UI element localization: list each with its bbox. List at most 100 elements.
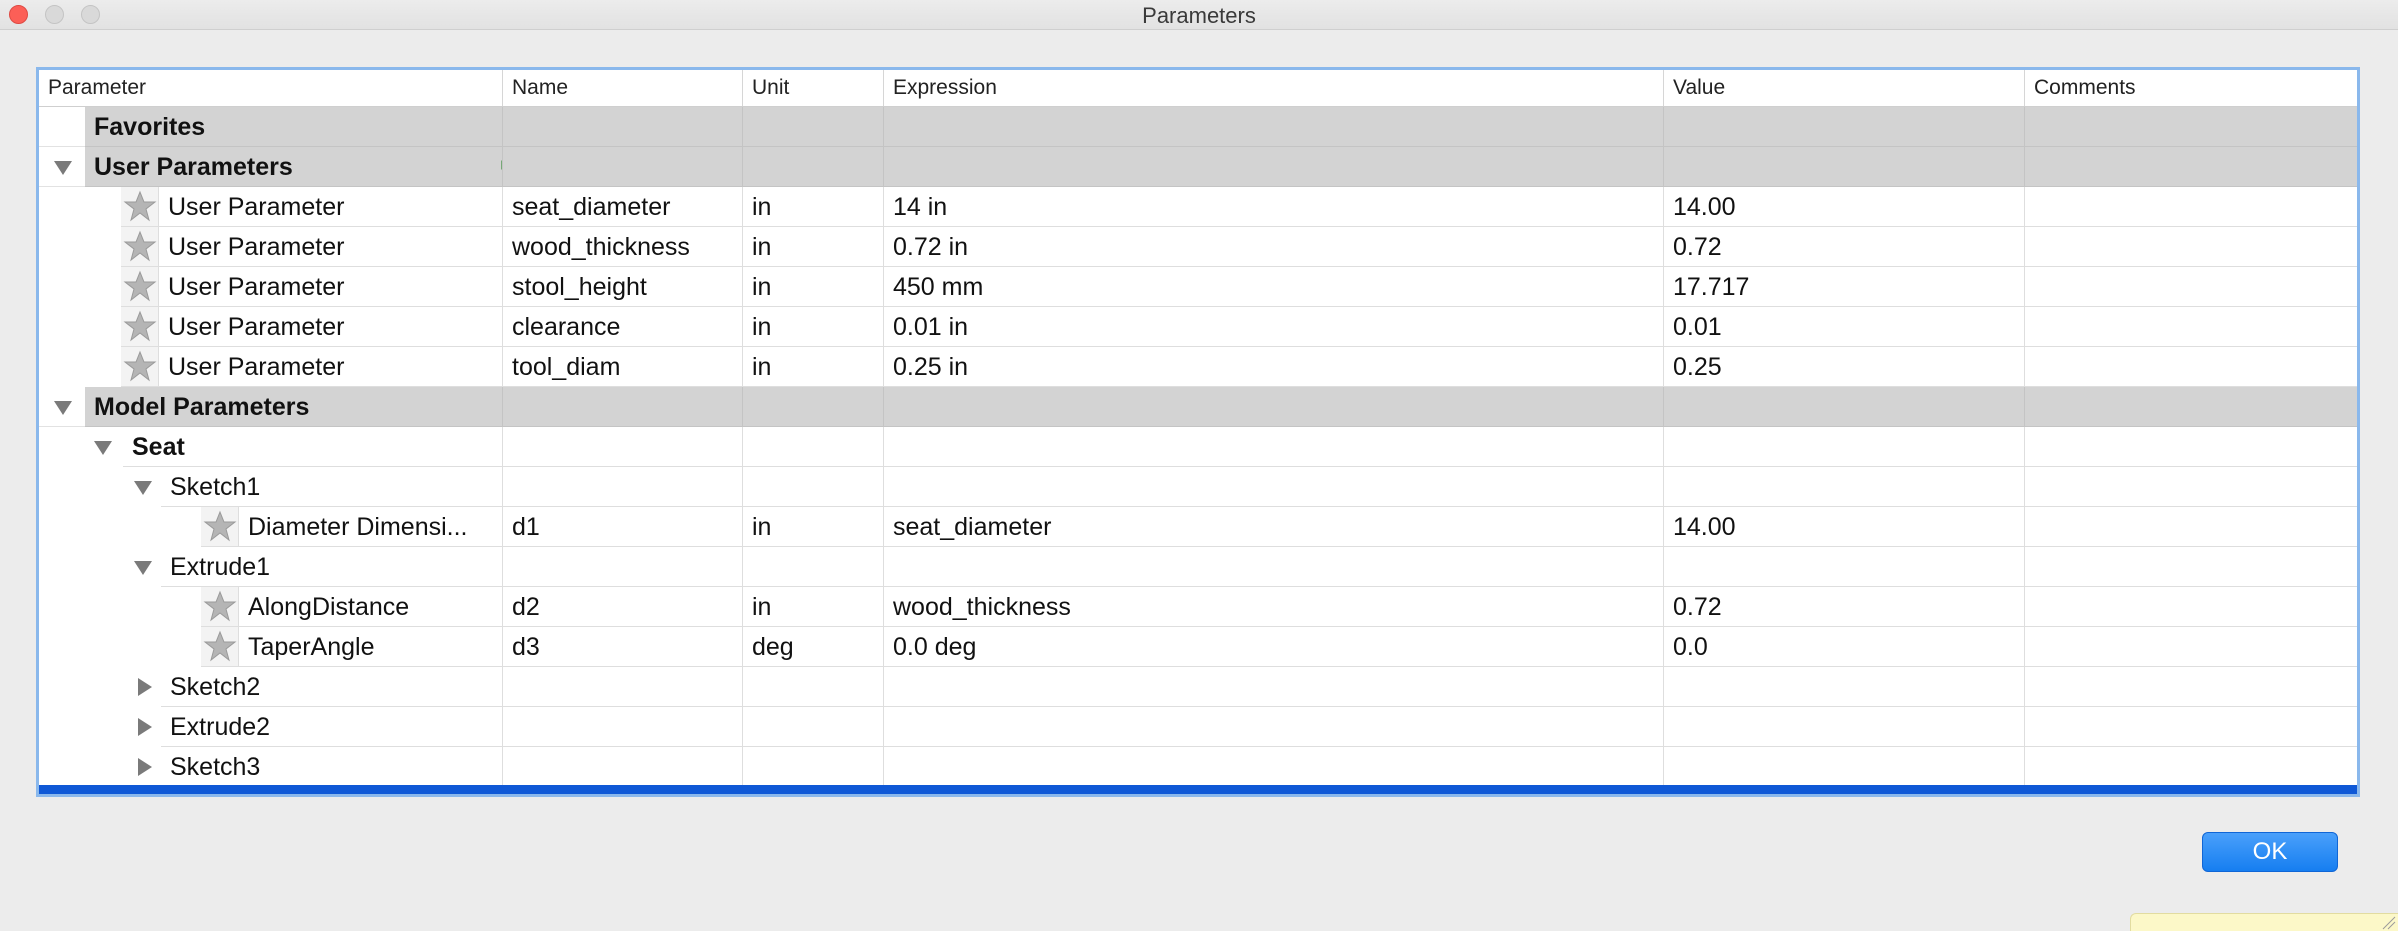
star-icon[interactable] (123, 229, 157, 263)
star-icon[interactable] (203, 629, 237, 663)
comments-cell[interactable] (2025, 587, 2357, 627)
unit-cell: in (752, 593, 772, 621)
unit-cell[interactable]: in (743, 273, 771, 301)
feature-label-sketch1: Sketch1 (170, 473, 261, 501)
tooltip-fragment (2130, 913, 2398, 931)
expression-cell[interactable]: 14 in (884, 193, 947, 221)
parameter-cell: AlongDistance (248, 593, 410, 621)
group-row-model-parameters[interactable]: Model Parameters (39, 387, 2357, 427)
table-row[interactable]: Diameter Dimensi... d1 in seat_diameter … (39, 507, 2357, 547)
value-cell: 0.01 (1673, 313, 1722, 341)
value-cell: 14.00 (1673, 513, 1736, 541)
unit-cell: in (752, 513, 772, 541)
group-row-favorites[interactable]: Favorites (39, 107, 2357, 147)
table-header: Parameter Name Unit Expression Value Com… (39, 70, 2357, 107)
comments-cell[interactable] (2025, 187, 2357, 227)
triangle-right-icon[interactable] (138, 718, 152, 736)
triangle-right-icon[interactable] (138, 678, 152, 696)
table-row[interactable]: User Parameter clearance in 0.01 in 0.01 (39, 307, 2357, 347)
component-label-seat: Seat (132, 433, 185, 461)
tree-row-seat[interactable]: Seat (39, 427, 2357, 467)
column-header-name[interactable]: Name (503, 70, 743, 106)
comments-cell[interactable] (2025, 307, 2357, 347)
name-cell[interactable]: clearance (503, 313, 620, 341)
comments-cell[interactable] (2025, 267, 2357, 307)
selection-strip (39, 785, 2357, 794)
value-cell: 0.72 (1673, 233, 1722, 261)
parameter-cell: Diameter Dimensi... (248, 513, 468, 541)
group-label-user-parameters: User Parameters (94, 153, 293, 181)
column-header-unit[interactable]: Unit (743, 70, 884, 106)
expression-cell[interactable]: 0.25 in (884, 353, 968, 381)
window-title: Parameters (1142, 3, 1256, 28)
tree-row-sketch3[interactable]: Sketch3 (39, 747, 2357, 787)
name-cell[interactable]: stool_height (503, 273, 647, 301)
expression-cell[interactable]: 0.0 deg (884, 633, 976, 661)
triangle-down-icon[interactable] (94, 441, 112, 455)
unit-cell[interactable]: in (743, 313, 771, 341)
triangle-right-icon[interactable] (138, 758, 152, 776)
star-icon[interactable] (123, 309, 157, 343)
table-row[interactable]: User Parameter wood_thickness in 0.72 in… (39, 227, 2357, 267)
triangle-down-icon[interactable] (54, 161, 72, 175)
comments-cell[interactable] (2025, 347, 2357, 387)
unit-cell: deg (752, 633, 794, 661)
expression-cell[interactable]: wood_thickness (884, 593, 1071, 621)
unit-cell[interactable]: in (743, 353, 771, 381)
expression-cell[interactable]: 0.01 in (884, 313, 968, 341)
comments-cell[interactable] (2025, 507, 2357, 547)
group-row-user-parameters[interactable]: User Parameters (39, 147, 2357, 187)
unit-cell[interactable]: in (743, 193, 771, 221)
parameter-cell: User Parameter (168, 233, 345, 261)
expression-cell[interactable]: 450 mm (884, 273, 983, 301)
table-row[interactable]: TaperAngle d3 deg 0.0 deg 0.0 (39, 627, 2357, 667)
value-cell: 17.717 (1673, 273, 1750, 301)
parameter-cell: User Parameter (168, 353, 345, 381)
star-icon[interactable] (203, 509, 237, 543)
feature-label-extrude1: Extrude1 (170, 553, 271, 581)
table-row[interactable]: AlongDistance d2 in wood_thickness 0.72 (39, 587, 2357, 627)
tree-row-extrude1[interactable]: Extrude1 (39, 547, 2357, 587)
column-header-comments[interactable]: Comments (2025, 70, 2357, 106)
star-icon[interactable] (123, 349, 157, 383)
value-cell: 0.25 (1673, 353, 1722, 381)
parameter-cell: User Parameter (168, 273, 345, 301)
window-titlebar: Parameters (0, 0, 2398, 30)
name-cell[interactable]: tool_diam (503, 353, 620, 381)
tree-row-sketch2[interactable]: Sketch2 (39, 667, 2357, 707)
comments-cell[interactable] (2025, 227, 2357, 267)
triangle-down-icon[interactable] (54, 401, 72, 415)
name-cell[interactable]: d2 (503, 593, 540, 621)
value-cell: 0.72 (1673, 593, 1722, 621)
ok-button[interactable]: OK (2202, 832, 2338, 872)
name-cell[interactable]: d1 (503, 513, 540, 541)
star-icon[interactable] (123, 189, 157, 223)
table-row[interactable]: User Parameter seat_diameter in 14 in 14… (39, 187, 2357, 227)
triangle-down-icon[interactable] (134, 481, 152, 495)
expression-cell[interactable]: 0.72 in (884, 233, 968, 261)
feature-label-sketch3: Sketch3 (170, 753, 261, 781)
parameter-cell: User Parameter (168, 313, 345, 341)
column-header-expression[interactable]: Expression (884, 70, 1664, 106)
value-cell: 0.0 (1673, 633, 1708, 661)
triangle-down-icon[interactable] (134, 561, 152, 575)
comments-cell[interactable] (2025, 627, 2357, 667)
tree-row-extrude2[interactable]: Extrude2 (39, 707, 2357, 747)
unit-cell[interactable]: in (743, 233, 771, 261)
resize-grip-icon[interactable] (2380, 914, 2396, 930)
value-cell: 14.00 (1673, 193, 1736, 221)
name-cell[interactable]: wood_thickness (503, 233, 690, 261)
name-cell[interactable]: seat_diameter (503, 193, 670, 221)
table-row[interactable]: User Parameter tool_diam in 0.25 in 0.25 (39, 347, 2357, 387)
parameters-table[interactable]: Parameter Name Unit Expression Value Com… (36, 67, 2360, 797)
star-icon[interactable] (203, 589, 237, 623)
feature-label-extrude2: Extrude2 (170, 713, 271, 741)
name-cell[interactable]: d3 (503, 633, 540, 661)
table-row[interactable]: User Parameter stool_height in 450 mm 17… (39, 267, 2357, 307)
star-icon[interactable] (123, 269, 157, 303)
parameter-cell: User Parameter (168, 193, 345, 221)
tree-row-sketch1[interactable]: Sketch1 (39, 467, 2357, 507)
column-header-value[interactable]: Value (1664, 70, 2025, 106)
column-header-parameter[interactable]: Parameter (39, 70, 503, 106)
expression-cell[interactable]: seat_diameter (884, 513, 1051, 541)
